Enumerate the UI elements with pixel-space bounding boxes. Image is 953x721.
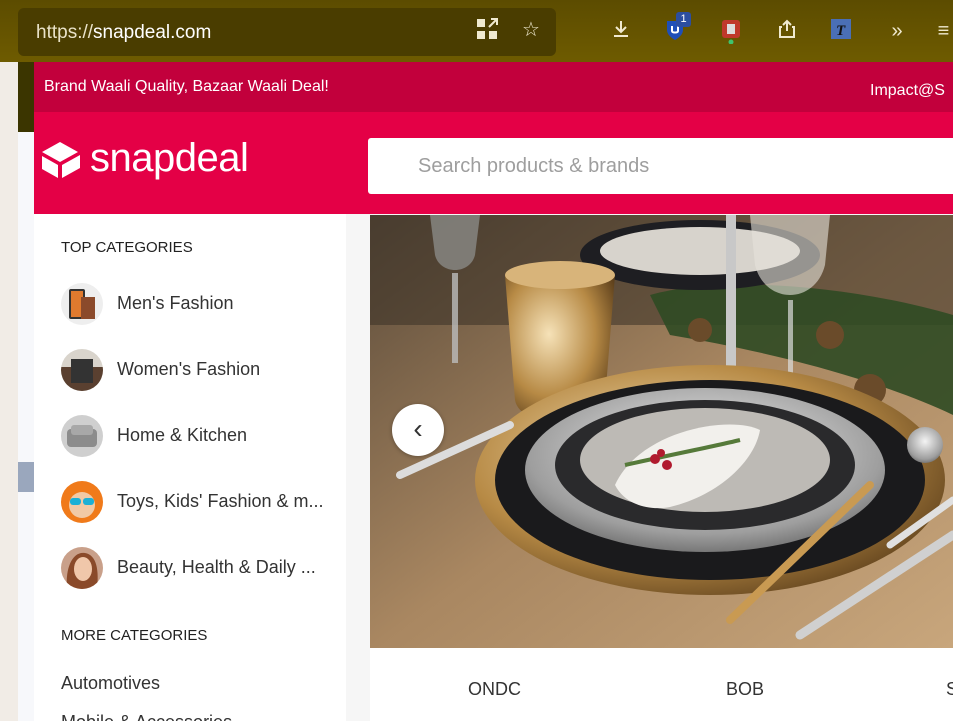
share-icon[interactable] — [774, 18, 800, 44]
extension-red-icon[interactable] — [718, 18, 744, 45]
mens-fashion-thumbnail — [61, 283, 103, 325]
carousel-prev-button[interactable]: ‹ — [392, 404, 444, 456]
logo-text: snapdeal — [90, 136, 249, 180]
url-text: https://snapdeal.com — [36, 22, 212, 43]
category-mobile-accessories[interactable]: Mobile & Accessories — [61, 712, 232, 721]
category-mens-fashion[interactable]: Men's Fashion — [61, 280, 341, 330]
svg-text:T: T — [836, 23, 846, 39]
banner-tabs: ONDC BOB S — [370, 648, 953, 721]
hero-banner[interactable] — [370, 215, 953, 648]
category-automotives[interactable]: Automotives — [61, 673, 160, 694]
overflow-chevrons-icon[interactable]: » — [884, 18, 910, 44]
toys-kids-thumbnail — [61, 481, 103, 523]
search-placeholder: Search products & brands — [418, 155, 650, 177]
womens-fashion-thumbnail — [61, 349, 103, 391]
download-icon[interactable] — [608, 18, 634, 44]
background-window-edge — [18, 62, 34, 721]
extension-badge: 1 — [676, 12, 691, 27]
snapdeal-logo-icon — [42, 142, 80, 178]
banner-tab-ondc[interactable]: ONDC — [468, 679, 521, 700]
promo-tagline: Brand Waali Quality, Bazaar Waali Deal! — [44, 78, 329, 95]
top-categories-title: TOP CATEGORIES — [61, 239, 193, 256]
browser-toolbar: https://snapdeal.com ☆ 1 T » ≡ — [0, 0, 953, 62]
banner-tab-partial[interactable]: S — [946, 679, 953, 700]
beauty-health-thumbnail — [61, 547, 103, 589]
impact-link[interactable]: Impact@S — [870, 82, 945, 100]
home-kitchen-thumbnail — [61, 415, 103, 457]
qr-code-icon[interactable] — [474, 17, 500, 43]
address-bar[interactable]: https://snapdeal.com ☆ — [18, 8, 556, 56]
more-categories-title: MORE CATEGORIES — [61, 627, 208, 644]
banner-tab-bob[interactable]: BOB — [726, 679, 764, 700]
search-input[interactable]: Search products & brands — [368, 138, 953, 194]
bookmark-star-icon[interactable]: ☆ — [518, 17, 544, 43]
promo-bar: Brand Waali Quality, Bazaar Waali Deal! … — [34, 62, 953, 112]
table-setting-image — [370, 215, 953, 648]
translate-extension-icon[interactable]: T — [828, 18, 854, 44]
category-womens-fashion[interactable]: Women's Fashion — [61, 346, 341, 396]
site-header: snapdeal Search products & brands — [34, 112, 953, 214]
category-home-kitchen[interactable]: Home & Kitchen — [61, 412, 341, 462]
category-beauty-health[interactable]: Beauty, Health & Daily ... — [61, 544, 341, 594]
category-sidebar: TOP CATEGORIES Men's Fashion Women's Fas… — [34, 214, 346, 721]
category-toys-kids-fashion[interactable]: Toys, Kids' Fashion & m... — [61, 478, 341, 528]
snapdeal-page: Brand Waali Quality, Bazaar Waali Deal! … — [34, 62, 953, 721]
menu-icon[interactable]: ≡ — [934, 18, 953, 44]
